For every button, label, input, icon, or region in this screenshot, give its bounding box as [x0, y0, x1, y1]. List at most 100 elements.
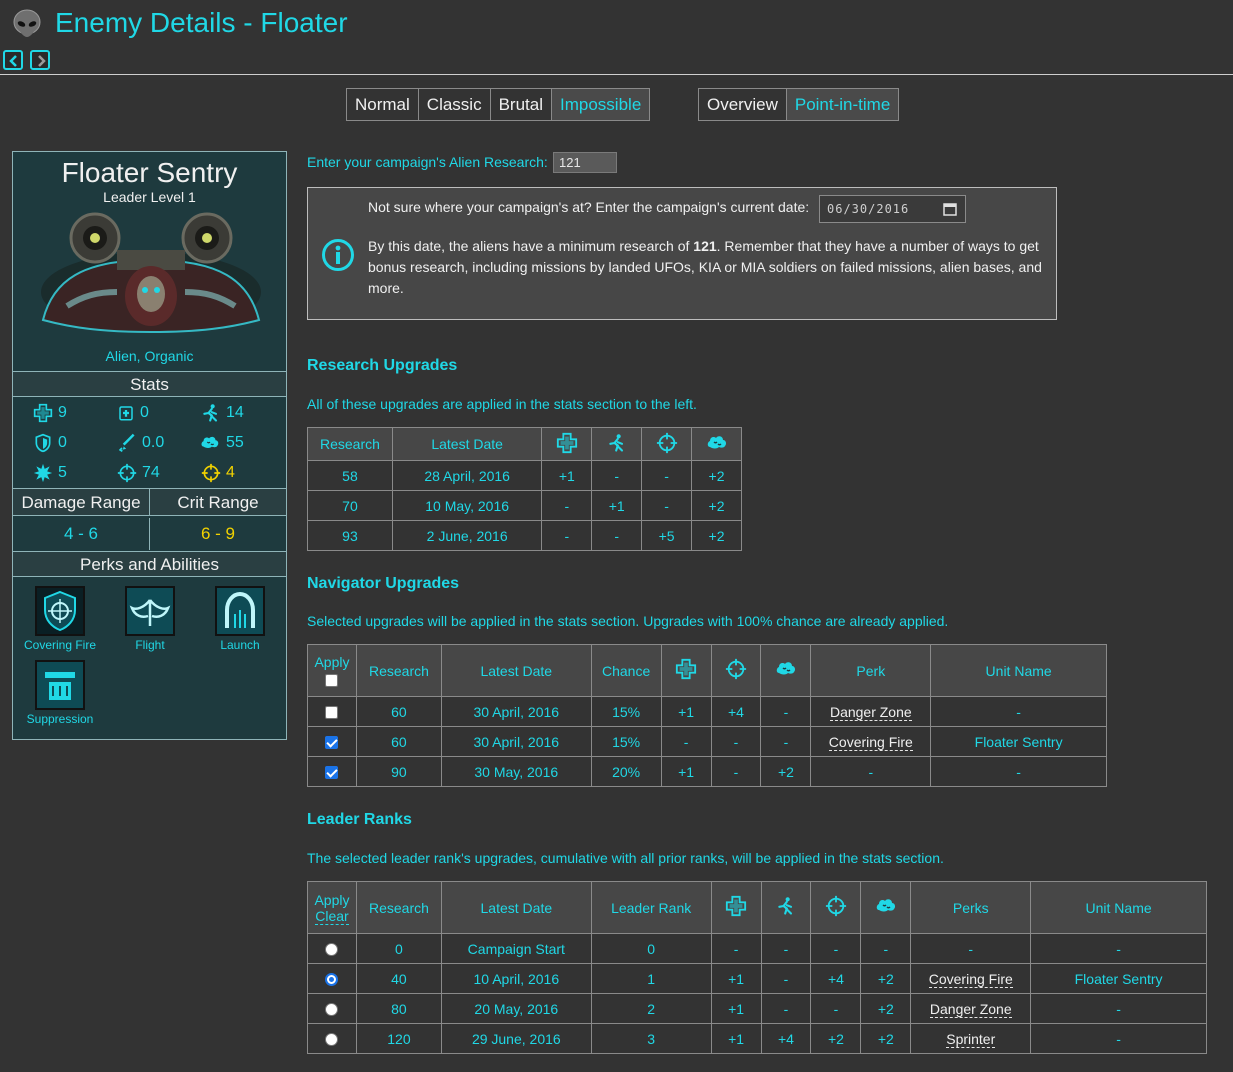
- suppression-icon: [35, 660, 85, 710]
- col-apply: Apply: [307, 644, 357, 697]
- rank-radio[interactable]: [325, 943, 339, 957]
- covering-fire-icon: [35, 586, 85, 636]
- table-row: 70 10 May, 2016- +1- +2: [307, 490, 742, 521]
- tab-point-in-time[interactable]: Point-in-time: [786, 89, 899, 120]
- difficulty-tabs: Normal Classic Brutal Impossible: [346, 88, 651, 121]
- table-row: 120 29 June, 2016 3 +1 +4 +2 +2 Sprinter -: [307, 1023, 1207, 1054]
- perk-link[interactable]: Danger Zone: [929, 1000, 1012, 1018]
- view-tabs: Overview Point-in-time: [698, 88, 900, 121]
- perk-covering-fire[interactable]: Covering Fire: [15, 586, 105, 652]
- perk-link[interactable]: Sprinter: [946, 1030, 996, 1048]
- crosshair-icon: [656, 432, 678, 454]
- table-row: 60 30 April, 2016 15% - - - Covering Fire Flo…: [307, 726, 1107, 757]
- research-input[interactable]: 121: [553, 152, 617, 173]
- apply-checkbox[interactable]: [325, 766, 339, 780]
- perk-link[interactable]: Danger Zone: [829, 703, 912, 721]
- crosshair-icon: [117, 463, 137, 483]
- perk-label: Flight: [135, 638, 165, 652]
- col-mobility: [760, 881, 812, 934]
- rank-radio[interactable]: [325, 1003, 339, 1017]
- tab-impossible[interactable]: Impossible: [552, 89, 650, 120]
- col-chance: Chance: [590, 644, 662, 697]
- apply-checkbox[interactable]: [325, 736, 339, 750]
- col-latest-date: Latest Date: [440, 644, 592, 697]
- stat-armor: 0: [117, 402, 149, 424]
- crosshair-icon: [725, 658, 747, 680]
- back-button[interactable]: [3, 50, 23, 70]
- perk-launch[interactable]: Launch: [195, 586, 285, 652]
- col-unit-name: Unit Name: [930, 644, 1107, 697]
- table-row: 0 Campaign Start 0- - - - - -: [307, 933, 1207, 964]
- table-row: 93 2 June, 2016- - +5 +2: [307, 520, 742, 551]
- col-mobility: [591, 427, 643, 461]
- col-aim: [710, 644, 762, 697]
- health-icon: [556, 432, 578, 454]
- navigator-upgrades-note: Selected upgrades will be applied in the…: [307, 613, 949, 629]
- health-icon: [675, 658, 697, 680]
- page-title: Enemy Details - Floater: [55, 7, 348, 38]
- campaign-date-input[interactable]: 06/30/2016: [819, 195, 966, 223]
- col-health: [541, 427, 593, 461]
- date-prompt: Not sure where your campaign's at? Enter…: [368, 199, 810, 215]
- stat-defense: 0: [33, 432, 67, 454]
- col-apply: Apply Clear: [307, 881, 357, 934]
- damage-range-heading: Damage Range: [13, 488, 150, 516]
- apply-checkbox[interactable]: [325, 706, 339, 720]
- perk-link[interactable]: Covering Fire: [928, 970, 1013, 988]
- tab-classic[interactable]: Classic: [419, 89, 491, 120]
- forward-button[interactable]: [30, 50, 50, 70]
- navigator-upgrades-table: Apply Research Latest Date Chance Perk U…: [307, 644, 1107, 787]
- brain-icon: [874, 894, 898, 918]
- col-research: Research: [307, 427, 393, 461]
- col-perk: Perk: [810, 644, 932, 697]
- mobility-icon: [776, 896, 796, 916]
- stat-health: 9: [33, 402, 67, 424]
- rank-radio[interactable]: [325, 1033, 339, 1047]
- tab-brutal[interactable]: Brutal: [491, 89, 553, 120]
- page-header: Enemy Details - Floater: [0, 0, 1233, 75]
- stat-mobility: 14: [201, 402, 244, 424]
- clear-link[interactable]: Clear: [315, 907, 349, 925]
- damage-reduction-icon: [117, 433, 137, 453]
- research-upgrades-table: Research Latest Date 58 28 April, 2016 +1-…: [307, 427, 742, 551]
- mobility-icon: [201, 403, 221, 423]
- floater-portrait-image: [41, 212, 261, 334]
- armor-icon: [117, 404, 135, 422]
- flight-icon: [125, 586, 175, 636]
- unit-type: Alien, Organic: [105, 348, 194, 364]
- col-aim: [810, 881, 862, 934]
- leader-ranks-table: Apply Clear Research Latest Date Leader …: [307, 881, 1207, 1054]
- perk-flight[interactable]: Flight: [105, 586, 195, 652]
- research-upgrades-title: Research Upgrades: [307, 357, 458, 374]
- col-will: [860, 881, 912, 934]
- research-upgrades-note: All of these upgrades are applied in the…: [307, 396, 697, 412]
- table-row: 90 30 May, 2016 20% +1- +2 - -: [307, 756, 1107, 787]
- rank-radio[interactable]: [325, 973, 339, 987]
- tab-overview[interactable]: Overview: [699, 89, 787, 120]
- crit-range-value: 6 - 9: [200, 524, 236, 543]
- perk-link[interactable]: Covering Fire: [828, 733, 913, 751]
- navigator-upgrades-title: Navigator Upgrades: [307, 575, 460, 592]
- brain-icon: [705, 431, 729, 455]
- col-latest-date: Latest Date: [440, 881, 592, 934]
- stat-damage-reduction: 0.0: [117, 432, 164, 454]
- col-latest-date: Latest Date: [391, 427, 543, 461]
- research-label: Enter your campaign's Alien Research:: [307, 154, 548, 170]
- mobility-icon: [607, 433, 627, 453]
- col-will: [760, 644, 812, 697]
- perk-label: Suppression: [26, 712, 94, 726]
- col-research: Research: [355, 644, 442, 697]
- col-perks: Perks: [910, 881, 1032, 934]
- table-row: 60 30 April, 2016 15% +1 +4- Danger Zone -: [307, 696, 1107, 727]
- leader-ranks-note: The selected leader rank's upgrades, cum…: [307, 850, 944, 866]
- unit-level: Leader Level 1: [103, 189, 196, 205]
- apply-all-checkbox[interactable]: [325, 674, 339, 688]
- chevron-right-icon: [38, 55, 46, 67]
- research-info: By this date, the aliens have a minimum …: [368, 238, 1042, 296]
- shield-icon: [33, 433, 53, 453]
- stats-heading: Stats: [13, 371, 286, 397]
- tab-normal[interactable]: Normal: [347, 89, 419, 120]
- crit-range-heading: Crit Range: [150, 488, 286, 516]
- perk-suppression[interactable]: Suppression: [15, 660, 105, 726]
- launch-icon: [215, 586, 265, 636]
